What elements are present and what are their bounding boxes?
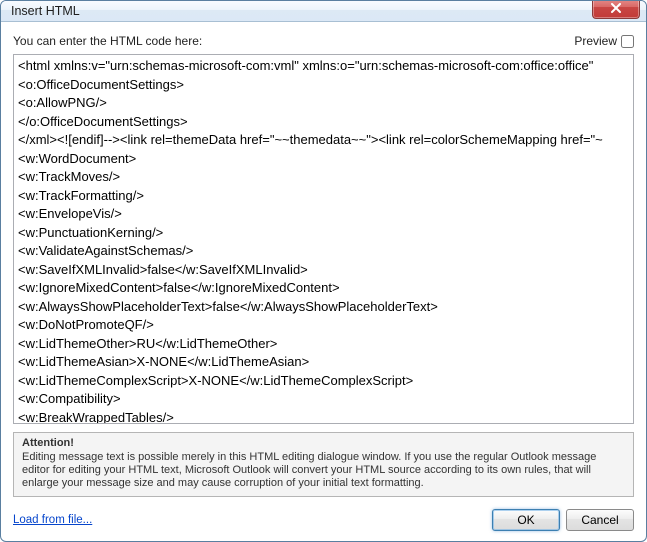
button-group: OK Cancel	[492, 509, 634, 531]
attention-body: Editing message text is possible merely …	[22, 451, 625, 490]
header-row: You can enter the HTML code here: Previe…	[13, 34, 634, 48]
prompt-label: You can enter the HTML code here:	[13, 34, 202, 48]
preview-toggle[interactable]: Preview	[574, 34, 634, 48]
window-title: Insert HTML	[11, 4, 80, 18]
load-from-file-link[interactable]: Load from file...	[13, 514, 92, 526]
ok-button[interactable]: OK	[492, 509, 560, 531]
close-icon	[610, 3, 622, 13]
dialog-body: You can enter the HTML code here: Previe…	[1, 22, 646, 541]
preview-label: Preview	[574, 34, 617, 48]
html-code-input[interactable]	[13, 54, 634, 424]
attention-title: Attention!	[22, 437, 625, 450]
attention-panel: Attention! Editing message text is possi…	[13, 432, 634, 497]
footer-row: Load from file... OK Cancel	[13, 509, 634, 531]
preview-checkbox[interactable]	[621, 35, 634, 48]
titlebar[interactable]: Insert HTML	[1, 1, 646, 22]
close-button[interactable]	[592, 0, 640, 19]
dialog-window: Insert HTML You can enter the HTML code …	[0, 0, 647, 542]
editor-area	[13, 54, 634, 424]
cancel-button[interactable]: Cancel	[566, 509, 634, 531]
